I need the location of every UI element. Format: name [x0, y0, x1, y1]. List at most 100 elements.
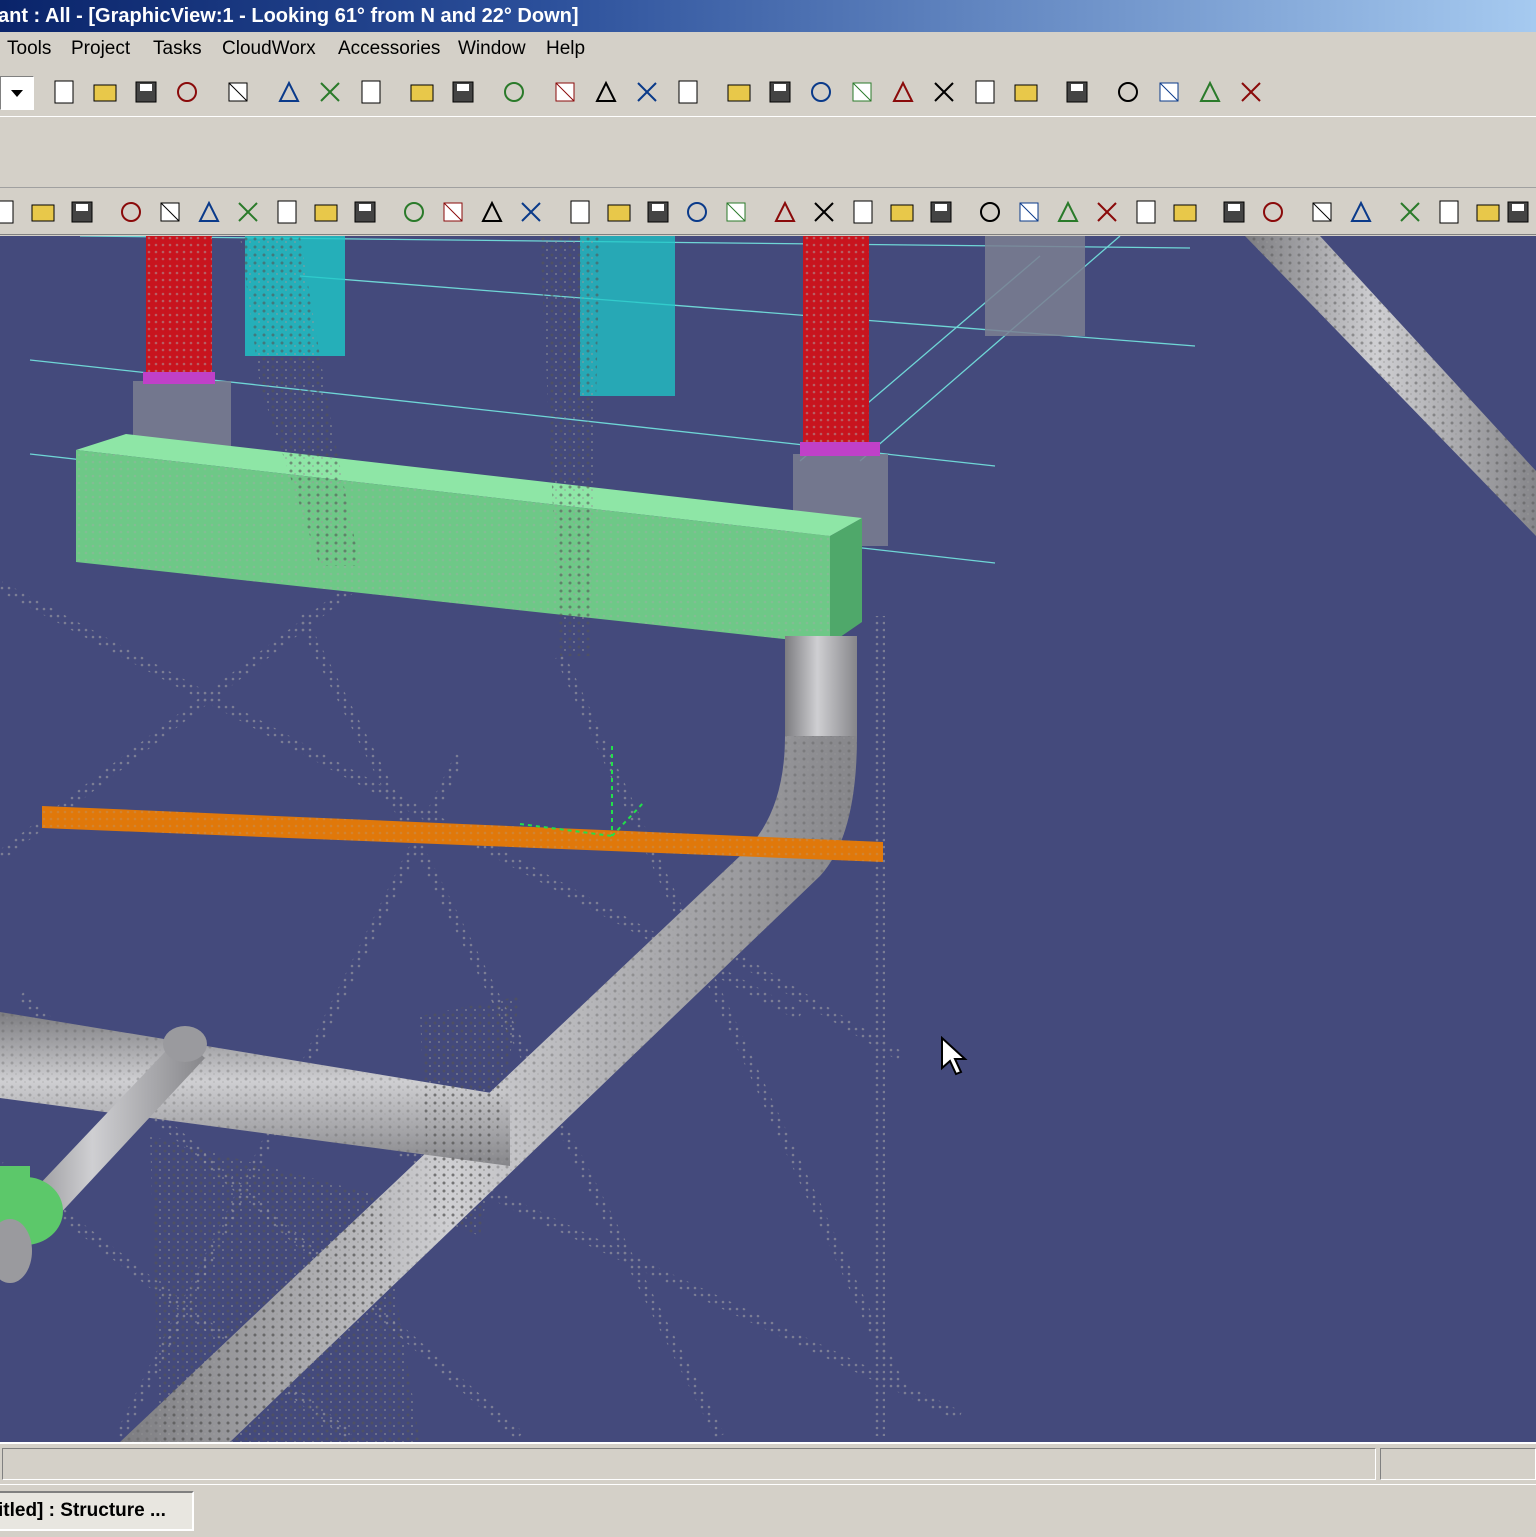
menu-cloudworx[interactable]: CloudWorx	[222, 38, 316, 60]
delete-button[interactable]	[312, 74, 348, 110]
clip-button[interactable]	[885, 74, 921, 110]
new-file-icon	[54, 80, 74, 104]
cut-3-button[interactable]	[640, 194, 676, 230]
rotate-button[interactable]	[404, 74, 440, 110]
menu-tasks[interactable]: Tasks	[153, 38, 202, 60]
open-folder-icon	[93, 84, 117, 102]
slice-2-button[interactable]	[806, 194, 842, 230]
point-add-1-icon	[121, 202, 141, 222]
save-button[interactable]	[128, 74, 164, 110]
cut-4-button[interactable]	[679, 194, 715, 230]
axis-x-button[interactable]	[1392, 194, 1428, 230]
limit-1-button[interactable]	[1304, 194, 1340, 230]
graphic-view[interactable]	[0, 236, 1536, 1442]
zoom-button[interactable]	[1059, 74, 1095, 110]
cut-5-button[interactable]	[718, 194, 754, 230]
view-top-button[interactable]	[762, 74, 798, 110]
toolbar-dock-area	[0, 117, 1536, 188]
fence-3-button[interactable]	[1050, 194, 1086, 230]
menu-tools[interactable]: Tools	[7, 38, 51, 60]
view-iso-icon	[678, 80, 698, 104]
cloud-c-icon	[71, 201, 93, 223]
color-map-icon	[1223, 201, 1245, 223]
zoom-window-button[interactable]	[1110, 74, 1146, 110]
view-front-button[interactable]	[721, 74, 757, 110]
title-bar: ant : All - [GraphicView:1 - Looking 61°…	[0, 0, 1536, 32]
region-1-button[interactable]	[396, 194, 432, 230]
taskbar: itled] : Structure ...	[0, 1484, 1536, 1537]
new-file-button[interactable]	[46, 74, 82, 110]
tape-button[interactable]	[629, 74, 665, 110]
open-folder-button[interactable]	[87, 74, 123, 110]
save-icon	[135, 81, 157, 103]
move-button[interactable]	[353, 74, 389, 110]
limit-2-button[interactable]	[1343, 194, 1379, 230]
base-plate-right	[800, 442, 880, 456]
point-add-2-icon	[160, 202, 180, 222]
slice-5-button[interactable]	[923, 194, 959, 230]
menu-window[interactable]: Window	[458, 38, 526, 60]
slice-3-button[interactable]	[845, 194, 881, 230]
menu-project[interactable]: Project	[71, 38, 130, 60]
tape-icon	[637, 82, 657, 102]
window-title: ant : All - [GraphicView:1 - Looking 61°…	[0, 5, 579, 27]
pan-button[interactable]	[1192, 74, 1228, 110]
taskbar-button-structure[interactable]: itled] : Structure ...	[0, 1491, 194, 1531]
axis-3-button[interactable]	[1500, 194, 1536, 230]
point-fit-button[interactable]	[308, 194, 344, 230]
display-button[interactable]	[926, 74, 962, 110]
scene-3d[interactable]	[0, 236, 1536, 1442]
paste-button[interactable]	[271, 74, 307, 110]
cut-1-button[interactable]	[562, 194, 598, 230]
fence-6-button[interactable]	[1167, 194, 1203, 230]
axis-3-icon	[1507, 201, 1529, 223]
view-iso-button[interactable]	[670, 74, 706, 110]
axis-x-icon	[1400, 202, 1420, 222]
axis-1-button[interactable]	[1431, 194, 1467, 230]
fence-4-button[interactable]	[1089, 194, 1125, 230]
cloud-b-button[interactable]	[25, 194, 61, 230]
dropdown-button[interactable]	[1008, 74, 1044, 110]
edit-button[interactable]	[547, 74, 583, 110]
view-side-button[interactable]	[803, 74, 839, 110]
help-icon	[1241, 82, 1261, 102]
color-map-button[interactable]	[1216, 194, 1252, 230]
refresh-button[interactable]	[169, 74, 205, 110]
slice-1-button[interactable]	[767, 194, 803, 230]
view-persp-button[interactable]	[844, 74, 880, 110]
region-2-button[interactable]	[435, 194, 471, 230]
layer-icon	[975, 80, 995, 104]
select-icon	[504, 82, 524, 102]
fence-1-button[interactable]	[972, 194, 1008, 230]
view-dropdown[interactable]	[0, 76, 34, 110]
point-add-3-button[interactable]	[191, 194, 227, 230]
slice-4-button[interactable]	[884, 194, 920, 230]
cloud-a-button[interactable]	[0, 194, 22, 230]
menu-accessories[interactable]: Accessories	[338, 38, 440, 60]
undo-button[interactable]	[445, 74, 481, 110]
menu-help[interactable]: Help	[546, 38, 585, 60]
copy-button[interactable]	[220, 74, 256, 110]
measure-button[interactable]	[588, 74, 624, 110]
cut-1-icon	[570, 200, 590, 224]
move-icon	[361, 80, 381, 104]
cut-2-button[interactable]	[601, 194, 637, 230]
green-beam-side	[830, 518, 862, 644]
select-button[interactable]	[496, 74, 532, 110]
point-add-1-button[interactable]	[113, 194, 149, 230]
point-set-2-button[interactable]	[269, 194, 305, 230]
fence-5-button[interactable]	[1128, 194, 1164, 230]
fence-2-button[interactable]	[1011, 194, 1047, 230]
point-set-1-button[interactable]	[230, 194, 266, 230]
region-4-button[interactable]	[513, 194, 549, 230]
zoom-extents-button[interactable]	[1151, 74, 1187, 110]
cloud-c-button[interactable]	[64, 194, 100, 230]
cut-3-icon	[647, 201, 669, 223]
view-front-icon	[727, 84, 751, 102]
layer-button[interactable]	[967, 74, 1003, 110]
region-3-button[interactable]	[474, 194, 510, 230]
help-button[interactable]	[1233, 74, 1269, 110]
visibility-button[interactable]	[1255, 194, 1291, 230]
point-add-2-button[interactable]	[152, 194, 188, 230]
point-delete-button[interactable]	[347, 194, 383, 230]
